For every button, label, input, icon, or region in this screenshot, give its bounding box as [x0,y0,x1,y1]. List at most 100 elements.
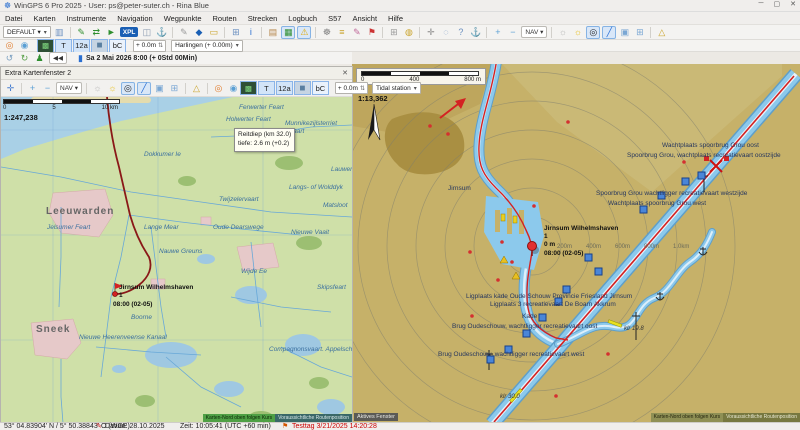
tide-offset-spinner[interactable]: + 0.0m [133,40,166,52]
tide-fill-toggle[interactable]: ■ [91,39,108,53]
simulate-person-icon[interactable]: ♟ [33,52,46,64]
route-edit-icon[interactable]: ✎ [177,26,190,38]
menu-item[interactable]: Hilfe [388,14,403,23]
tide-12-toggle[interactable]: 12a [276,81,293,95]
tide-text-toggle[interactable]: T [258,81,275,95]
time-slider-marker[interactable]: ▮ [78,53,83,64]
tide-fill-toggle[interactable]: ■ [294,81,311,95]
start-navigation-icon[interactable]: ► [105,26,118,38]
buoy-icon[interactable]: △ [655,26,668,38]
tide-offset-spinner[interactable]: + 0.0m [335,82,368,94]
night-icon[interactable]: ☼ [571,26,584,38]
menu-item[interactable]: Datei [5,14,23,23]
menu-item[interactable]: Karten [34,14,56,23]
course-up-icon[interactable]: ╱ [602,26,616,39]
toolbar-separator [382,27,383,38]
tidal-station-dropdown[interactable]: Tidal station [372,82,421,94]
night-icon[interactable]: ☼ [106,82,119,94]
layers-icon[interactable]: ◉ [18,40,31,52]
warning-icon[interactable]: ⚠ [297,26,311,39]
autopilot-icon[interactable]: ☸ [320,26,333,38]
xpl-button[interactable]: XPL [120,27,139,37]
tide-pattern-toggle[interactable]: ▩ [240,81,257,95]
map-label: Compagnonsvaart. Appelsch [269,347,352,354]
help-icon[interactable]: ? [454,26,467,38]
scale-tick: 5 [52,105,55,111]
follow-route-icon[interactable]: ╱ [137,82,151,95]
tide-bc-toggle[interactable]: bC [312,81,329,95]
search-icon[interactable]: ◌ [439,26,452,38]
chart-copy-icon[interactable]: ▣ [153,82,166,94]
extra-window-header[interactable]: Extra Kartenfenster 2 ✕ [1,67,352,80]
tide-bc-toggle[interactable]: bC [109,39,126,53]
daylight-icon[interactable]: ☼ [556,26,569,38]
logbook-icon[interactable]: ≡ [335,26,348,38]
toolbar-separator [650,27,651,38]
menu-item[interactable]: Ansicht [352,14,377,23]
tide-station-dropdown[interactable]: Harlingen (+ 0.00m) [171,40,243,52]
menu-item[interactable]: Logbuch [288,14,317,23]
nav-dropdown[interactable]: NAV ▾ [521,26,547,38]
route-copy-icon[interactable]: ⊞ [229,26,242,38]
nav-dropdown[interactable]: NAV ▾ [56,82,82,94]
predicted-position-icon[interactable]: ◎ [3,40,16,52]
waypoint-icon[interactable]: ◆ [192,26,205,38]
center-vessel-icon[interactable]: ◎ [586,26,600,39]
skip-to-start-button[interactable]: ◀◀ [49,52,67,64]
menu-item[interactable]: S57 [328,14,341,23]
time-back-icon[interactable]: ↺ [3,52,16,64]
close-icon[interactable]: ✕ [342,69,348,77]
profile-dropdown[interactable]: DEFAULT ▾ [3,26,51,38]
map-label: Langs- of Wolddyk [289,185,343,192]
predicted-position-icon[interactable]: ◎ [212,82,225,94]
gps-link-icon[interactable]: ⇄ [90,26,103,38]
buoy-icon[interactable]: △ [190,82,203,94]
route-info-icon[interactable]: i [244,26,257,38]
ring-label: 600m [615,244,630,250]
new-chart-window-icon[interactable]: ▣ [618,26,631,38]
menu-item[interactable]: Instrumente [67,14,107,23]
harbour-icon[interactable]: ⚓ [155,26,168,38]
menu-item[interactable]: Routen [213,14,237,23]
tide-text-toggle[interactable]: T [55,39,72,53]
minimize-button[interactable]: ─ [759,0,764,8]
tide-12-toggle[interactable]: 12a [73,39,90,53]
topo-map[interactable]: Ferwerter FeartHolwerter FeartStroobosse… [1,97,352,423]
instrument-panel-icon[interactable]: ▥ [53,26,66,38]
follow-ship-icon[interactable]: ◫ [140,26,153,38]
grib-icon[interactable]: ▦ [281,26,295,39]
time-play-icon[interactable]: ↻ [18,52,31,64]
chart-add-icon[interactable]: ⊞ [168,82,181,94]
route-erase-icon[interactable]: ▭ [207,26,220,38]
mob-icon[interactable]: ✛ [424,26,437,38]
anchor-alarm-icon[interactable]: ⚓ [469,26,482,38]
toolbar-separator [486,27,487,38]
main-chart-window[interactable]: Wachtplaats spoorbrug Grou oostSpoorbrug… [352,64,800,422]
tide-pattern-toggle[interactable]: ▩ [37,39,54,53]
globe-icon[interactable]: ◍ [402,26,415,38]
route-plan-icon[interactable]: ✎ [75,26,88,38]
extra-window-icon[interactable]: ⊞ [633,26,646,38]
topo-scale-bar: 0510 km [3,99,121,111]
zoom-out-icon[interactable]: − [506,26,519,38]
layers-icon[interactable]: ◉ [227,82,240,94]
menu-item[interactable]: Strecken [248,14,278,23]
center-target-icon[interactable]: ◎ [121,82,135,95]
almanac-icon[interactable]: ▤ [266,26,279,38]
close-button[interactable]: ✕ [790,0,796,8]
zoom-out-icon[interactable]: − [41,82,54,94]
menu-item[interactable]: Navigation [117,14,152,23]
menu-bar: Datei Karten Instrumente Navigation Wegpunkt… [0,12,800,25]
menu-item[interactable]: Wegpunkte [164,14,202,23]
tide-toggle-group: ▩T12a■bC [37,39,126,53]
zoom-in-icon[interactable]: + [26,82,39,94]
flag-icon[interactable]: ⚑ [365,26,378,38]
pan-icon[interactable]: ✛ [4,82,17,94]
extra-chart-window[interactable]: Extra Kartenfenster 2 ✕ ✛+−NAV ▾☼☼◎╱▣⊞△◎… [0,66,353,422]
split-view-icon[interactable]: ⊞ [387,26,400,38]
zoom-in-icon[interactable]: + [491,26,504,38]
note-icon[interactable]: ✎ [350,26,363,38]
map-label: Skipsfeart [317,285,346,292]
maximize-button[interactable]: ▢ [774,0,781,8]
daylight-icon[interactable]: ☼ [91,82,104,94]
